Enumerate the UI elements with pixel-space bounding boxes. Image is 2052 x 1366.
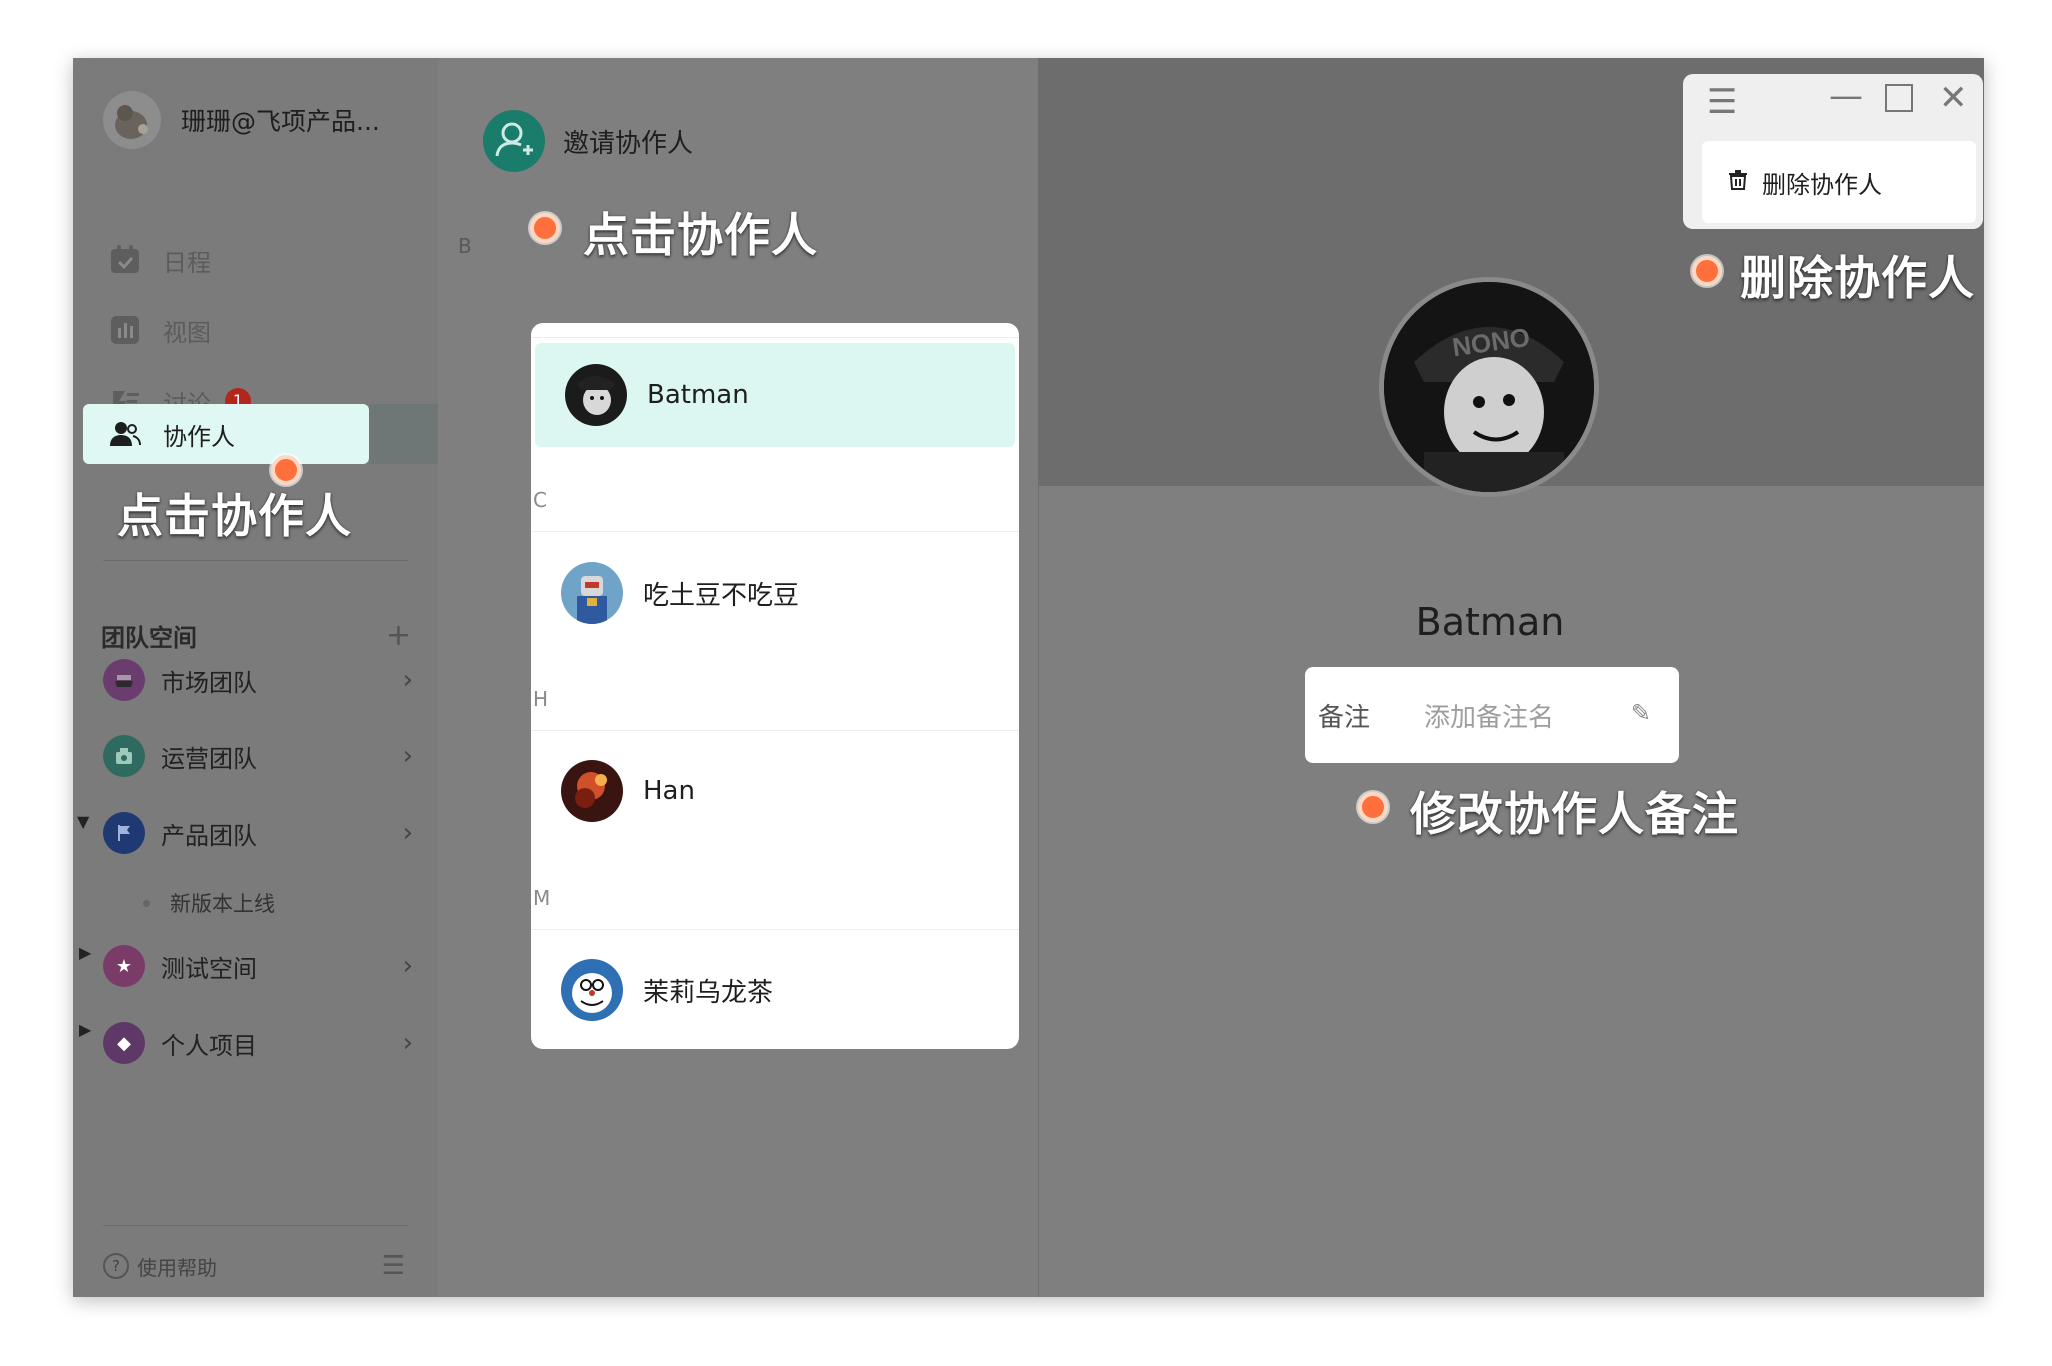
letter-header-c: C — [533, 488, 547, 512]
team-space-title: 团队空间 — [101, 624, 197, 652]
annotation-click-collab-list: 点击协作人 — [583, 208, 818, 262]
contact-avatar — [561, 562, 623, 624]
trash-icon — [1726, 168, 1750, 196]
annotation-edit-remark: 修改协作人备注 — [1410, 787, 1739, 841]
minimize-icon[interactable]: — — [1829, 76, 1863, 116]
team-item-label: 运营团队 — [161, 744, 257, 773]
sidebar: 珊珊@飞项产品... 日程 视图 讨论 1 协作人 — [73, 58, 438, 1297]
diamond-icon: ◆ — [103, 1022, 145, 1064]
chevron-right-icon[interactable]: › — [403, 741, 413, 771]
help-link[interactable]: ? 使用帮助 ☰ — [103, 1241, 413, 1291]
remark-placeholder[interactable]: 添加备注名 — [1424, 697, 1554, 734]
team-item-personal[interactable]: ◆ 个人项目 › — [103, 1018, 413, 1068]
row-divider — [531, 730, 1019, 731]
delete-collaborator-label: 删除协作人 — [1762, 170, 1882, 199]
user-profile[interactable]: 珊珊@飞项产品... — [103, 90, 380, 150]
ops-team-icon — [103, 735, 145, 777]
contact-avatar — [565, 364, 627, 426]
menu-icon[interactable]: ☰ — [382, 1251, 405, 1281]
chevron-right-icon[interactable]: › — [403, 818, 413, 848]
row-divider — [531, 929, 1019, 930]
nav-active-strip — [369, 404, 438, 464]
contact-name: 茉莉乌龙茶 — [643, 977, 774, 1008]
team-item-ops[interactable]: 运营团队 › — [103, 731, 413, 781]
letter-header-b: B — [458, 234, 472, 258]
row-divider — [531, 531, 1019, 532]
contacts-list: Batman C 吃土豆不吃豆 H Han M 茉莉乌龙茶 — [531, 323, 1019, 1049]
calendar-icon — [109, 244, 141, 276]
team-item-label: 个人项目 — [161, 1031, 257, 1060]
nav-schedule[interactable]: 日程 — [109, 235, 211, 285]
team-item-label: 产品团队 — [161, 821, 257, 850]
team-space-header: 团队空间 + — [101, 618, 411, 653]
star-icon: ★ — [103, 945, 145, 987]
invite-collaborator-button[interactable]: 邀请协作人 — [483, 110, 693, 172]
close-icon[interactable]: ✕ — [1939, 78, 1968, 118]
chevron-right-icon[interactable]: › — [403, 665, 413, 695]
nav-schedule-label: 日程 — [163, 248, 211, 277]
user-name: 珊珊@飞项产品... — [181, 107, 380, 136]
contact-row-han[interactable]: Han — [531, 739, 1019, 843]
add-team-button[interactable]: + — [386, 618, 411, 653]
chevron-right-icon[interactable]: › — [403, 1028, 413, 1058]
sub-item-label: 新版本上线 — [170, 892, 275, 916]
annotation-dot — [1692, 256, 1722, 286]
remark-field[interactable]: 备注 添加备注名 ✎ — [1305, 667, 1679, 763]
hamburger-menu-icon[interactable]: ☰ — [1707, 82, 1737, 122]
annotation-dot — [530, 213, 560, 243]
contact-row-molihualongcha[interactable]: 茉莉乌龙茶 — [531, 938, 1019, 1042]
contact-avatar — [561, 959, 623, 1021]
annotation-dot — [1358, 792, 1388, 822]
contact-row-chitudou[interactable]: 吃土豆不吃豆 — [531, 541, 1019, 645]
caret-right-icon[interactable]: ▶ — [79, 1020, 91, 1039]
invite-label: 邀请协作人 — [563, 128, 694, 159]
nav-collaborators[interactable]: 协作人 — [109, 409, 235, 459]
row-divider — [531, 337, 1019, 338]
contact-avatar — [561, 760, 623, 822]
contact-name: Han — [643, 776, 695, 806]
nav-collaborators-label: 协作人 — [163, 422, 235, 451]
remark-label: 备注 — [1318, 702, 1371, 733]
nav-view-label: 视图 — [163, 318, 211, 347]
caret-right-icon[interactable]: ▶ — [79, 943, 91, 962]
team-item-product[interactable]: 产品团队 › — [103, 808, 413, 858]
edit-pencil-icon[interactable]: ✎ — [1631, 699, 1651, 727]
app-window: 珊珊@飞项产品... 日程 视图 讨论 1 协作人 — [73, 58, 1984, 1297]
divider — [103, 1225, 408, 1226]
contact-name: Batman — [647, 380, 749, 410]
bar-chart-icon — [109, 314, 141, 346]
team-item-market[interactable]: 市场团队 › — [103, 655, 413, 705]
caret-down-icon[interactable]: ▼ — [77, 812, 89, 831]
people-icon — [109, 418, 141, 450]
bullet-dot — [143, 899, 150, 907]
contact-name: 吃土豆不吃豆 — [643, 580, 800, 611]
delete-collaborator-menu-item[interactable]: 删除协作人 — [1702, 141, 1976, 223]
chevron-right-icon[interactable]: › — [403, 951, 413, 981]
user-avatar — [103, 91, 161, 149]
flag-icon — [103, 812, 145, 854]
team-item-label: 市场团队 — [161, 668, 257, 697]
team-item-label: 测试空间 — [161, 954, 257, 983]
annotation-click-collab-sidebar: 点击协作人 — [117, 489, 352, 543]
letter-header-m: M — [533, 886, 551, 910]
help-icon: ? — [103, 1253, 129, 1279]
market-team-icon — [103, 659, 145, 701]
letter-header-h: H — [533, 687, 549, 711]
team-item-test[interactable]: ★ 测试空间 › — [103, 941, 413, 991]
divider — [103, 560, 408, 561]
nav-view[interactable]: 视图 — [109, 305, 211, 355]
sub-item-new-release[interactable]: 新版本上线 — [143, 878, 453, 928]
annotation-delete-collab: 删除协作人 — [1740, 251, 1975, 305]
contact-row-batman[interactable]: Batman — [535, 343, 1015, 447]
add-user-icon — [483, 110, 545, 172]
maximize-icon[interactable] — [1885, 84, 1913, 112]
profile-name: Batman — [1415, 600, 1565, 644]
help-label: 使用帮助 — [137, 1255, 217, 1280]
profile-avatar: NONO — [1379, 277, 1599, 497]
